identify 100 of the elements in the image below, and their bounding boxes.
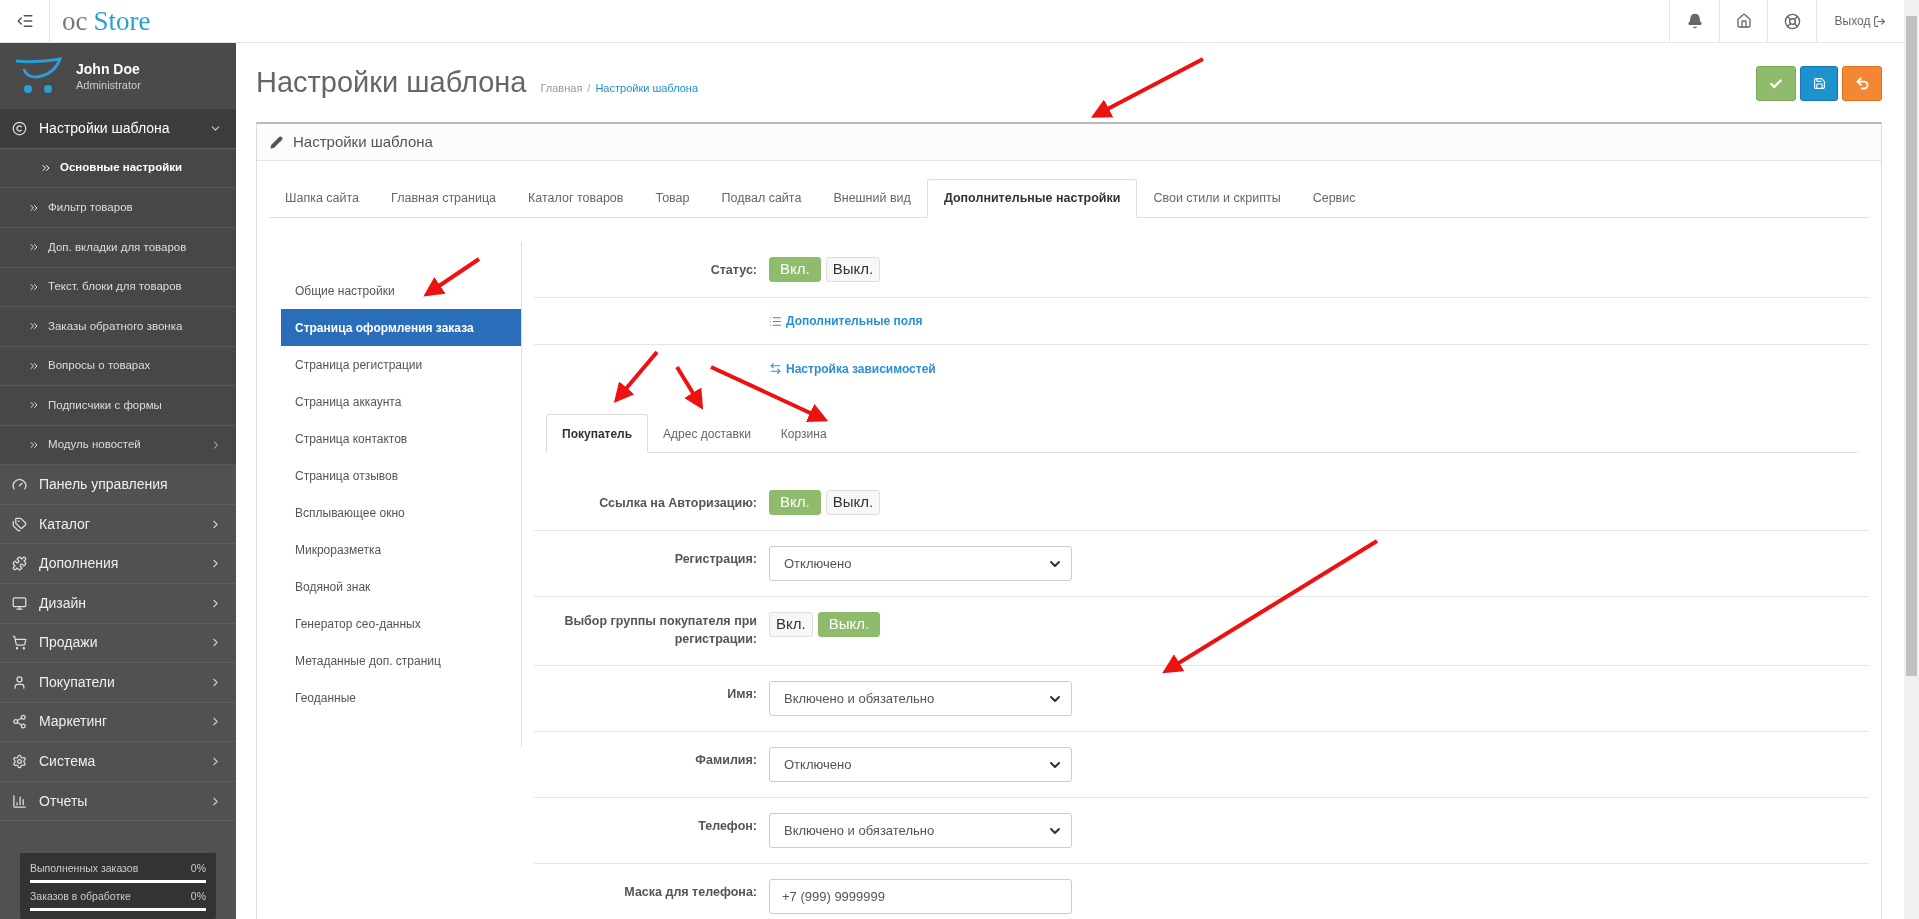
swap-arrows-icon <box>769 362 782 375</box>
tab[interactable]: Внешний вид <box>817 179 927 218</box>
check-icon <box>1769 76 1783 91</box>
field-label: Регистрация: <box>674 551 757 568</box>
breadcrumb-link[interactable]: Настройки шаблона <box>595 79 698 97</box>
bell-icon <box>1686 13 1703 29</box>
sidebar-item[interactable]: Каталог <box>0 504 236 545</box>
dropdown[interactable]: Включено и обязательно <box>769 681 1072 716</box>
tab[interactable]: Покупатель <box>546 414 649 453</box>
dropdown[interactable]: Отключено <box>769 747 1072 782</box>
pencil-icon <box>270 135 283 149</box>
settings-nav-item[interactable]: Водяной знак <box>281 568 521 605</box>
scrollbar[interactable] <box>1904 0 1919 919</box>
tab[interactable]: Дополнительные настройки <box>926 179 1138 218</box>
sidebar-subitem[interactable]: Основные настройки <box>0 148 236 189</box>
home-icon <box>1735 13 1752 29</box>
settings-nav-item[interactable]: Всплывающее окно <box>281 494 521 531</box>
cart-logo-icon <box>14 57 62 96</box>
list-icon <box>769 314 782 328</box>
input-field[interactable]: +7 (999) 9999999 <box>769 879 1072 914</box>
settings-icon <box>12 754 27 770</box>
stat-value: 0% <box>190 889 206 905</box>
sidebar-subitem[interactable]: Заказы обратного звонка <box>0 307 236 347</box>
tab[interactable]: Подвал сайта <box>705 179 818 218</box>
sidebar-item[interactable]: Дополнения <box>0 544 236 584</box>
back-arrow-icon <box>1854 76 1870 91</box>
stat-label: Заказов в обработке <box>30 889 131 905</box>
tab[interactable]: Сервис <box>1296 179 1372 218</box>
dropdown[interactable]: Отключено <box>769 546 1072 581</box>
sidebar-subitem[interactable]: Доп. вкладки для товаров <box>0 227 236 268</box>
user-name: John Doe <box>76 60 141 78</box>
puzzle-icon <box>12 556 27 572</box>
settings-link[interactable]: Настройка зависимостей <box>769 359 936 378</box>
tab[interactable]: Каталог товаров <box>512 179 640 218</box>
logo[interactable]: oc Store <box>50 0 151 42</box>
settings-nav-item[interactable]: Страница отзывов <box>281 457 521 494</box>
user-icon <box>12 674 27 690</box>
toggle-option[interactable]: Выкл. <box>825 490 881 515</box>
panel-title: Настройки шаблона <box>293 131 433 152</box>
sidebar-item[interactable]: Продажи <box>0 623 236 664</box>
back-button[interactable] <box>1842 66 1882 101</box>
tab[interactable]: Адрес доставки <box>648 414 766 453</box>
field-label: Выбор группы покупателя при регистрации: <box>563 613 757 648</box>
settings-nav-item[interactable]: Общие настройки <box>281 272 521 309</box>
stat-label: Выполненных заказов <box>30 861 139 877</box>
settings-nav-item[interactable]: Страница аккаунта <box>281 383 521 420</box>
sidebar-item[interactable]: Настройки шаблона <box>0 109 236 149</box>
toggle-option[interactable]: Выкл. <box>825 257 881 282</box>
bar-chart-icon <box>12 793 27 809</box>
sidebar-subitem[interactable]: Вопросы о товарах <box>0 346 236 387</box>
page-title: Настройки шаблона <box>256 64 527 100</box>
confirm-button[interactable] <box>1756 66 1796 101</box>
tab[interactable]: Свои стили и скрипты <box>1137 179 1297 218</box>
toggle-option[interactable]: Вкл. <box>769 612 813 637</box>
sidebar-item[interactable]: Система <box>0 742 236 782</box>
annotation-arrow <box>613 350 659 404</box>
settings-nav-item[interactable]: Страница контактов <box>281 420 521 457</box>
annotation-arrow <box>423 257 481 297</box>
sidebar-item[interactable]: Панель управления <box>0 465 236 505</box>
annotation-arrow <box>675 365 704 410</box>
tab[interactable]: Шапка сайта <box>269 179 376 218</box>
settings-nav-item[interactable]: Генератор сео-данных <box>281 605 521 642</box>
settings-nav-item[interactable]: Метаданные доп. страниц <box>281 642 521 679</box>
circled-c-icon <box>12 121 27 137</box>
field-label: Ссылка на Авторизацию: <box>599 495 757 512</box>
field-label: Статус: <box>710 262 757 279</box>
save-icon <box>1812 77 1826 90</box>
tab[interactable]: Главная страница <box>375 179 512 218</box>
tags-icon <box>12 516 27 532</box>
sidebar-item[interactable]: Отчеты <box>0 781 236 822</box>
settings-nav-item[interactable]: Страница регистрации <box>281 346 521 383</box>
sidebar-subitem[interactable]: Модуль новостей <box>0 425 236 466</box>
tab[interactable]: Корзина <box>765 414 842 453</box>
stat-value: 0% <box>190 861 206 877</box>
field-label: Телефон: <box>698 818 757 835</box>
user-role: Administrator <box>76 77 141 92</box>
sidebar-subitem[interactable]: Подписчики с формы <box>0 386 236 426</box>
field-label: Фамилия: <box>695 752 757 769</box>
settings-link[interactable]: Дополнительные поля <box>769 312 923 330</box>
sidebar-item[interactable]: Дизайн <box>0 584 236 624</box>
settings-nav-item[interactable]: Страница оформления заказа <box>281 309 521 346</box>
monitor-icon <box>12 595 27 611</box>
tab[interactable]: Товар <box>639 179 706 218</box>
dropdown[interactable]: Включено и обязательно <box>769 813 1072 848</box>
sidebar-subitem[interactable]: Фильтр товаров <box>0 188 236 228</box>
scrollbar-thumb[interactable] <box>1906 16 1917 676</box>
settings-nav-item[interactable]: Микроразметка <box>281 531 521 568</box>
menu-icon <box>15 12 34 30</box>
sidebar-item[interactable]: Покупатели <box>0 663 236 703</box>
sidebar-item[interactable]: Маркетинг <box>0 702 236 743</box>
sidebar-subitem[interactable]: Текст. блоки для товаров <box>0 267 236 308</box>
field-label: Маска для телефона: <box>624 884 757 901</box>
logout-icon <box>1873 14 1887 28</box>
lifebuoy-icon <box>1783 12 1801 30</box>
cart-icon <box>12 635 27 651</box>
breadcrumb-separator: / <box>587 80 591 96</box>
field-label: Имя: <box>727 686 757 703</box>
share-icon <box>12 714 27 730</box>
settings-nav-item[interactable]: Геоданные <box>281 679 521 716</box>
save-button[interactable] <box>1800 66 1838 101</box>
